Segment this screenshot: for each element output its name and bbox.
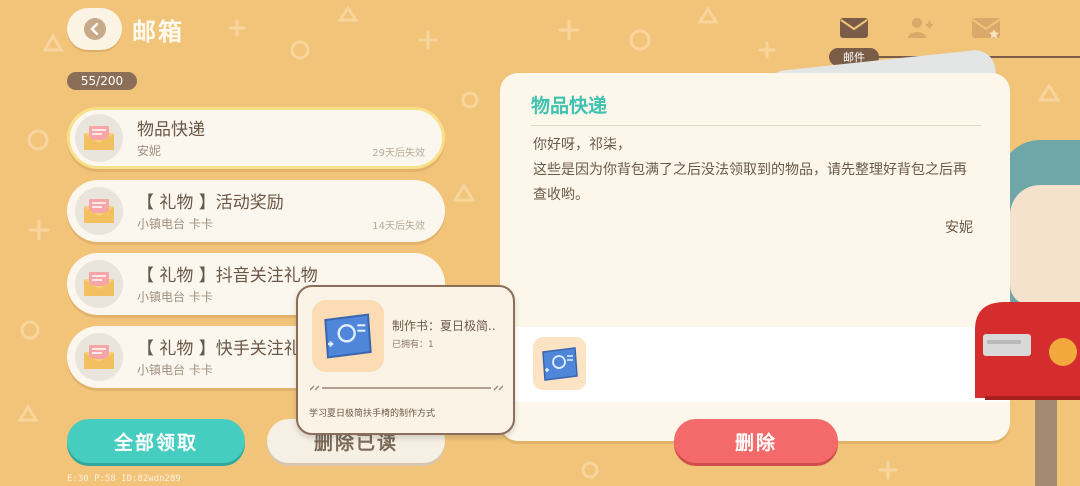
mail-title: 【 礼物 】抖音关注礼物	[137, 266, 318, 286]
mail-envelope-icon	[75, 260, 123, 308]
tab-mail[interactable]	[838, 14, 870, 42]
mail-list-item[interactable]: 物品快递 安妮 29天后失效	[67, 107, 445, 169]
envelope-icon	[840, 18, 868, 38]
mail-list-item[interactable]: 【 礼物 】活动奖励 小镇电台 卡卡 14天后失效	[67, 180, 445, 242]
tooltip-owned-count: 已拥有：1	[392, 340, 434, 350]
mail-envelope-icon	[75, 187, 123, 235]
delete-button[interactable]: 删除	[674, 419, 838, 463]
starred-envelope-icon	[972, 18, 1000, 39]
mail-title: 【 礼物 】快手关注礼	[137, 339, 301, 359]
tooltip-item-name: 制作书：夏日极简..	[392, 319, 496, 333]
mail-expire: 29天后失效	[372, 148, 425, 159]
debug-info: E:30 P:58 ID:82wdn289	[67, 474, 181, 484]
decorative-character-face	[1010, 185, 1080, 305]
mail-sender: 小镇电台 卡卡	[137, 217, 213, 231]
mail-title: 【 礼物 】活动奖励	[137, 193, 284, 213]
detail-greeting: 你好呀，祁柒，	[533, 137, 631, 153]
tooltip-item-icon	[312, 300, 384, 372]
mail-sender: 安妮	[137, 144, 162, 158]
blueprint-icon	[541, 346, 578, 381]
mailbox-decoration	[975, 302, 1080, 486]
add-friend-icon	[908, 18, 933, 38]
detail-signature: 安妮	[945, 220, 973, 236]
tab-friends[interactable]	[904, 14, 936, 42]
mail-count-badge: 55/200	[67, 72, 137, 90]
mail-detail-panel: 物品快递 你好呀，祁柒， 这些是因为你背包满了之后没法领取到的物品，请先整理好背…	[500, 73, 1010, 441]
back-button[interactable]	[67, 8, 122, 50]
claim-all-button[interactable]: 全部领取	[67, 419, 245, 463]
item-tooltip: 制作书：夏日极简.. 已拥有：1 学习夏日极简扶手椅的制作方式	[296, 285, 515, 435]
detail-message: 这些是因为你背包满了之后没法领取到的物品，请先整理好背包之后再查收哟。	[533, 162, 967, 203]
detail-body: 你好呀，祁柒， 这些是因为你背包满了之后没法领取到的物品，请先整理好背包之后再查…	[533, 133, 978, 208]
page-title: 邮箱	[132, 18, 184, 46]
mail-sender: 小镇电台 卡卡	[137, 290, 213, 304]
mail-envelope-icon	[75, 333, 123, 381]
chevron-left-icon	[83, 18, 106, 40]
mail-expire: 14天后失效	[372, 221, 425, 232]
mail-sender: 小镇电台 卡卡	[137, 363, 213, 377]
blueprint-icon	[324, 313, 372, 359]
tooltip-description: 学习夏日极简扶手椅的制作方式	[309, 409, 436, 419]
tooltip-divider	[310, 385, 503, 391]
tab-favorites[interactable]	[970, 14, 1002, 42]
mail-title: 物品快递	[137, 120, 205, 140]
attachment-item[interactable]	[533, 337, 586, 390]
detail-divider	[531, 125, 981, 126]
mail-envelope-icon	[75, 114, 123, 162]
detail-title: 物品快递	[531, 95, 608, 117]
